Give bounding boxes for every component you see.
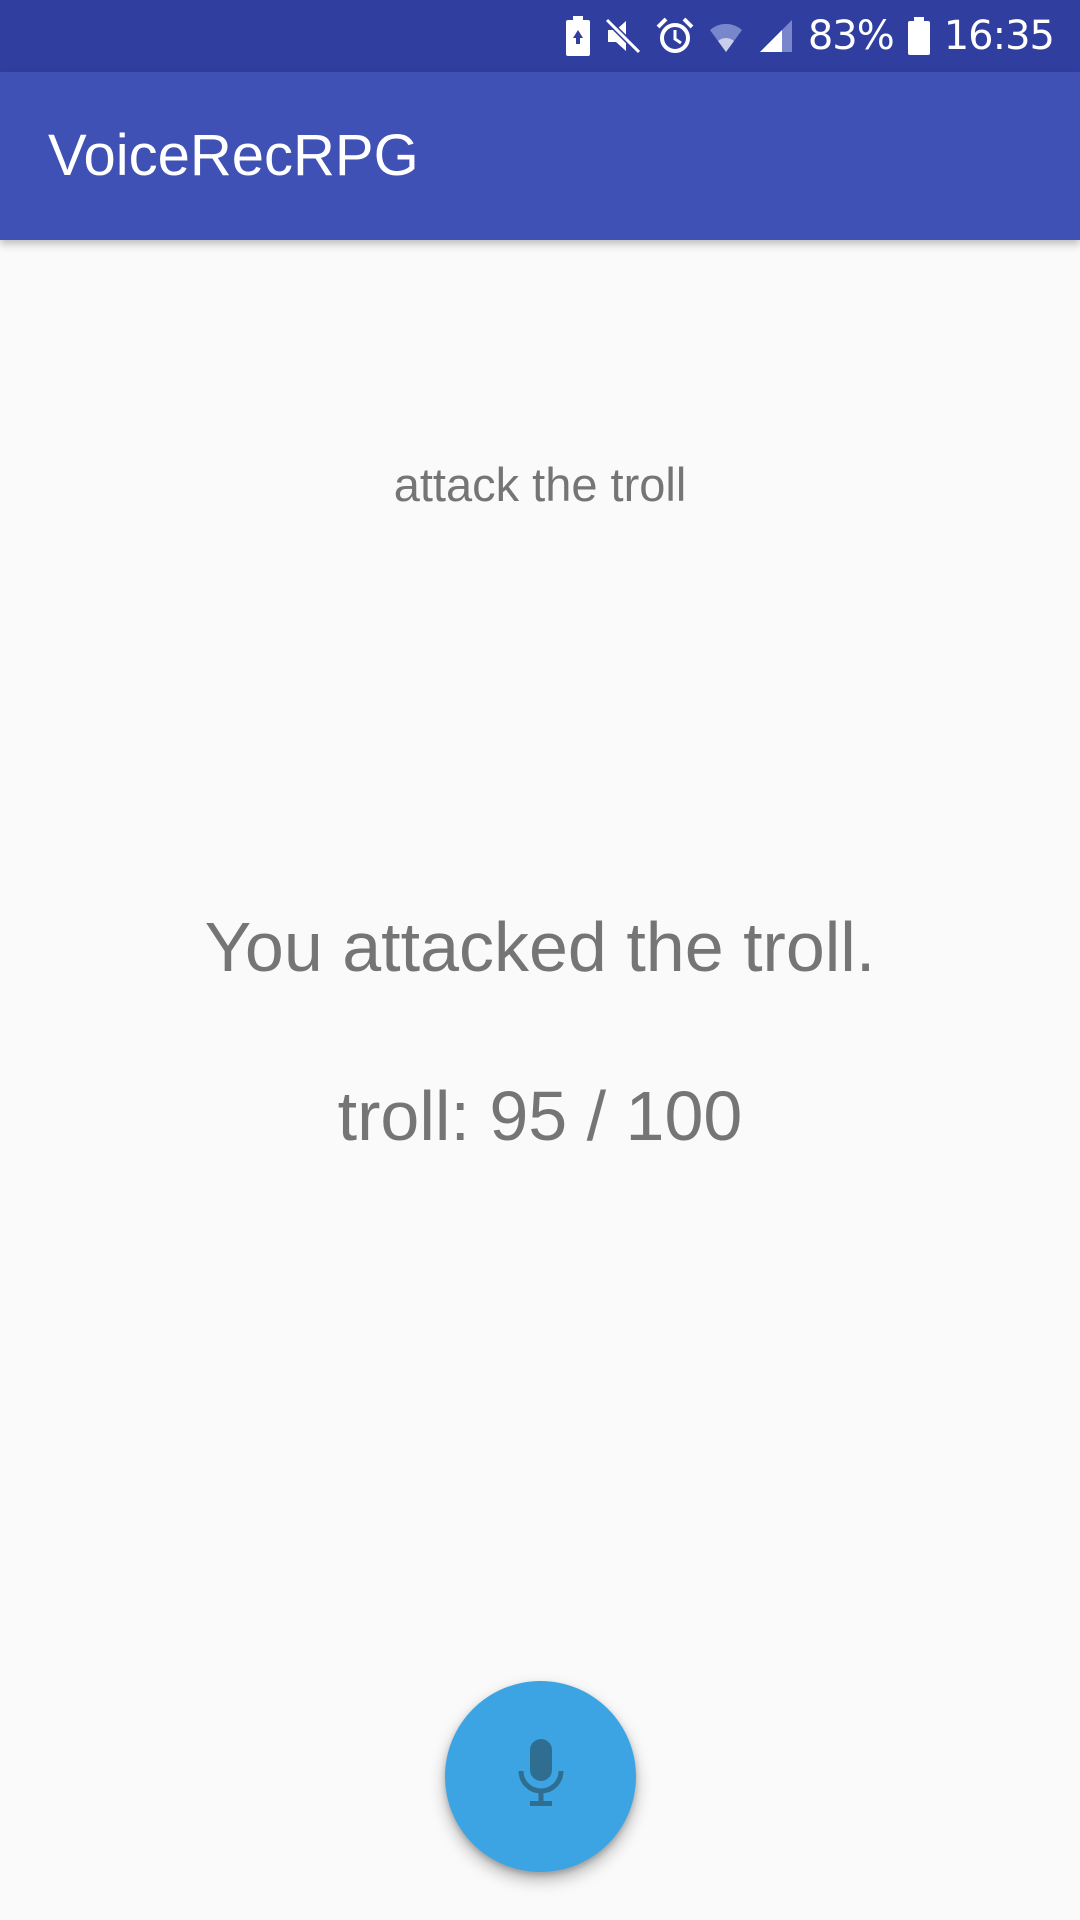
voice-input-button[interactable] [445,1681,636,1872]
status-bar: 83% 16:35 [0,0,1080,72]
status-icons: 83% 16:35 [565,0,1055,72]
battery-percent: 83% [807,13,895,59]
clock: 16:35 [943,13,1055,59]
alarm-icon [656,17,694,55]
app-title: VoiceRecRPG [48,123,419,188]
recognized-command: attack the troll [393,458,687,511]
action-result: You attacked the troll. [204,908,876,986]
microphone-icon [516,1739,566,1814]
enemy-health: troll: 95 / 100 [337,1077,743,1155]
battery-saver-icon [565,16,590,56]
wifi-icon [708,18,744,54]
battery-icon [907,17,930,55]
mute-icon [604,17,642,55]
app-bar: VoiceRecRPG [0,72,1080,240]
signal-icon [758,18,794,54]
